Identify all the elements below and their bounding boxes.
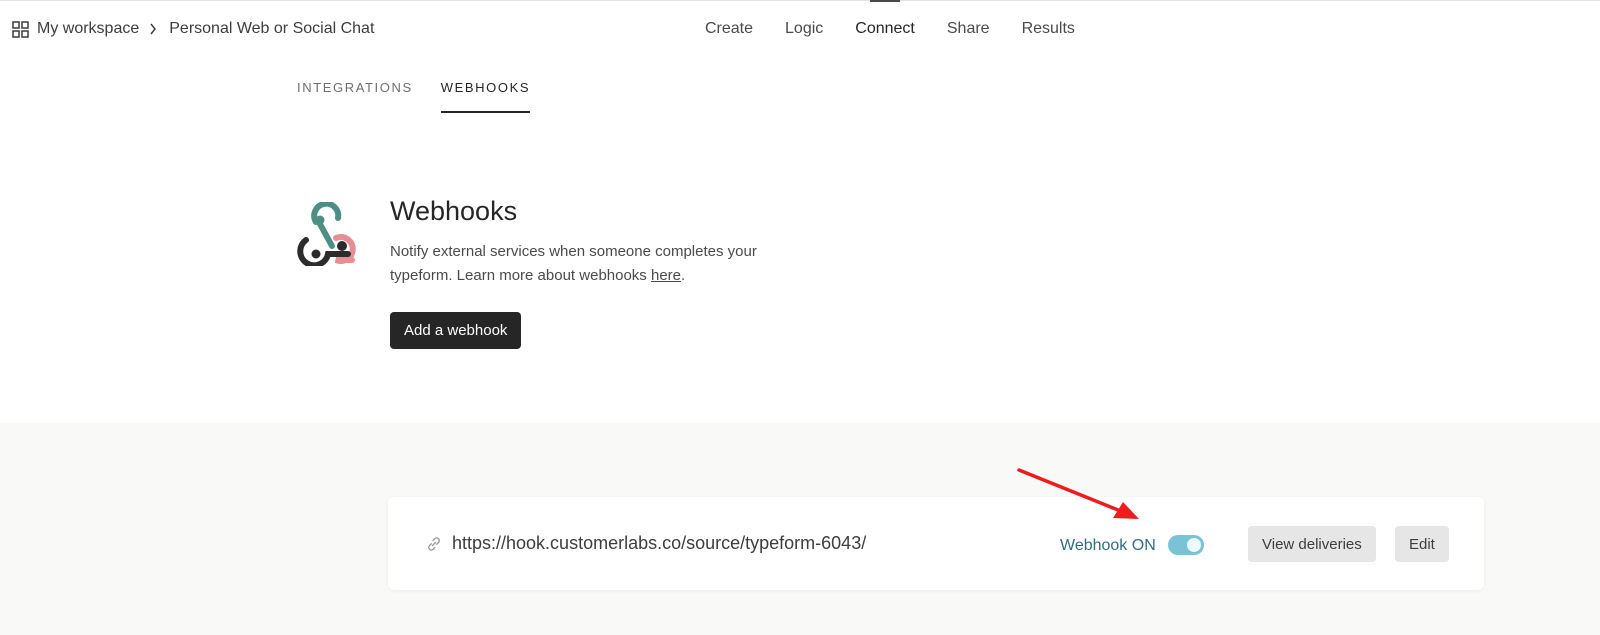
- workspace-grid-icon[interactable]: [12, 20, 29, 38]
- add-webhook-button[interactable]: Add a webhook: [390, 312, 522, 349]
- page-description: Notify external services when someone co…: [390, 240, 810, 288]
- tab-integrations[interactable]: INTEGRATIONS: [297, 80, 413, 113]
- toggle-knob: [1187, 538, 1201, 552]
- breadcrumb-form-name[interactable]: Personal Web or Social Chat: [169, 20, 374, 38]
- webhook-logo-icon: [297, 202, 356, 266]
- webhook-toggle[interactable]: [1168, 535, 1204, 555]
- top-bar: My workspace Personal Web or Social Chat…: [0, 0, 1600, 58]
- breadcrumb: My workspace Personal Web or Social Chat: [12, 18, 374, 40]
- webhook-url: https://hook.customerlabs.co/source/type…: [452, 533, 867, 553]
- page-title: Webhooks: [390, 196, 518, 226]
- chevron-right-icon: [150, 23, 157, 35]
- description-text: Notify external services when someone co…: [390, 243, 757, 284]
- learn-more-link[interactable]: here: [651, 267, 681, 284]
- connect-subtabs: INTEGRATIONS WEBHOOKS: [297, 80, 558, 113]
- edit-webhook-button[interactable]: Edit: [1395, 526, 1449, 562]
- webhook-status-label: Webhook ON: [1060, 537, 1156, 554]
- nav-connect[interactable]: Connect: [855, 20, 915, 38]
- nav-logic[interactable]: Logic: [785, 20, 823, 38]
- breadcrumb-workspace[interactable]: My workspace: [37, 20, 139, 38]
- tab-webhooks[interactable]: WEBHOOKS: [440, 80, 531, 113]
- nav-share[interactable]: Share: [947, 20, 990, 38]
- view-deliveries-button[interactable]: View deliveries: [1248, 526, 1376, 562]
- description-suffix: .: [681, 267, 686, 284]
- main-nav: Create Logic Connect Share Results: [705, 18, 1107, 40]
- link-icon: [428, 537, 440, 551]
- nav-results[interactable]: Results: [1022, 20, 1075, 38]
- webhook-card: https://hook.customerlabs.co/source/type…: [388, 497, 1484, 590]
- nav-create[interactable]: Create: [705, 20, 753, 38]
